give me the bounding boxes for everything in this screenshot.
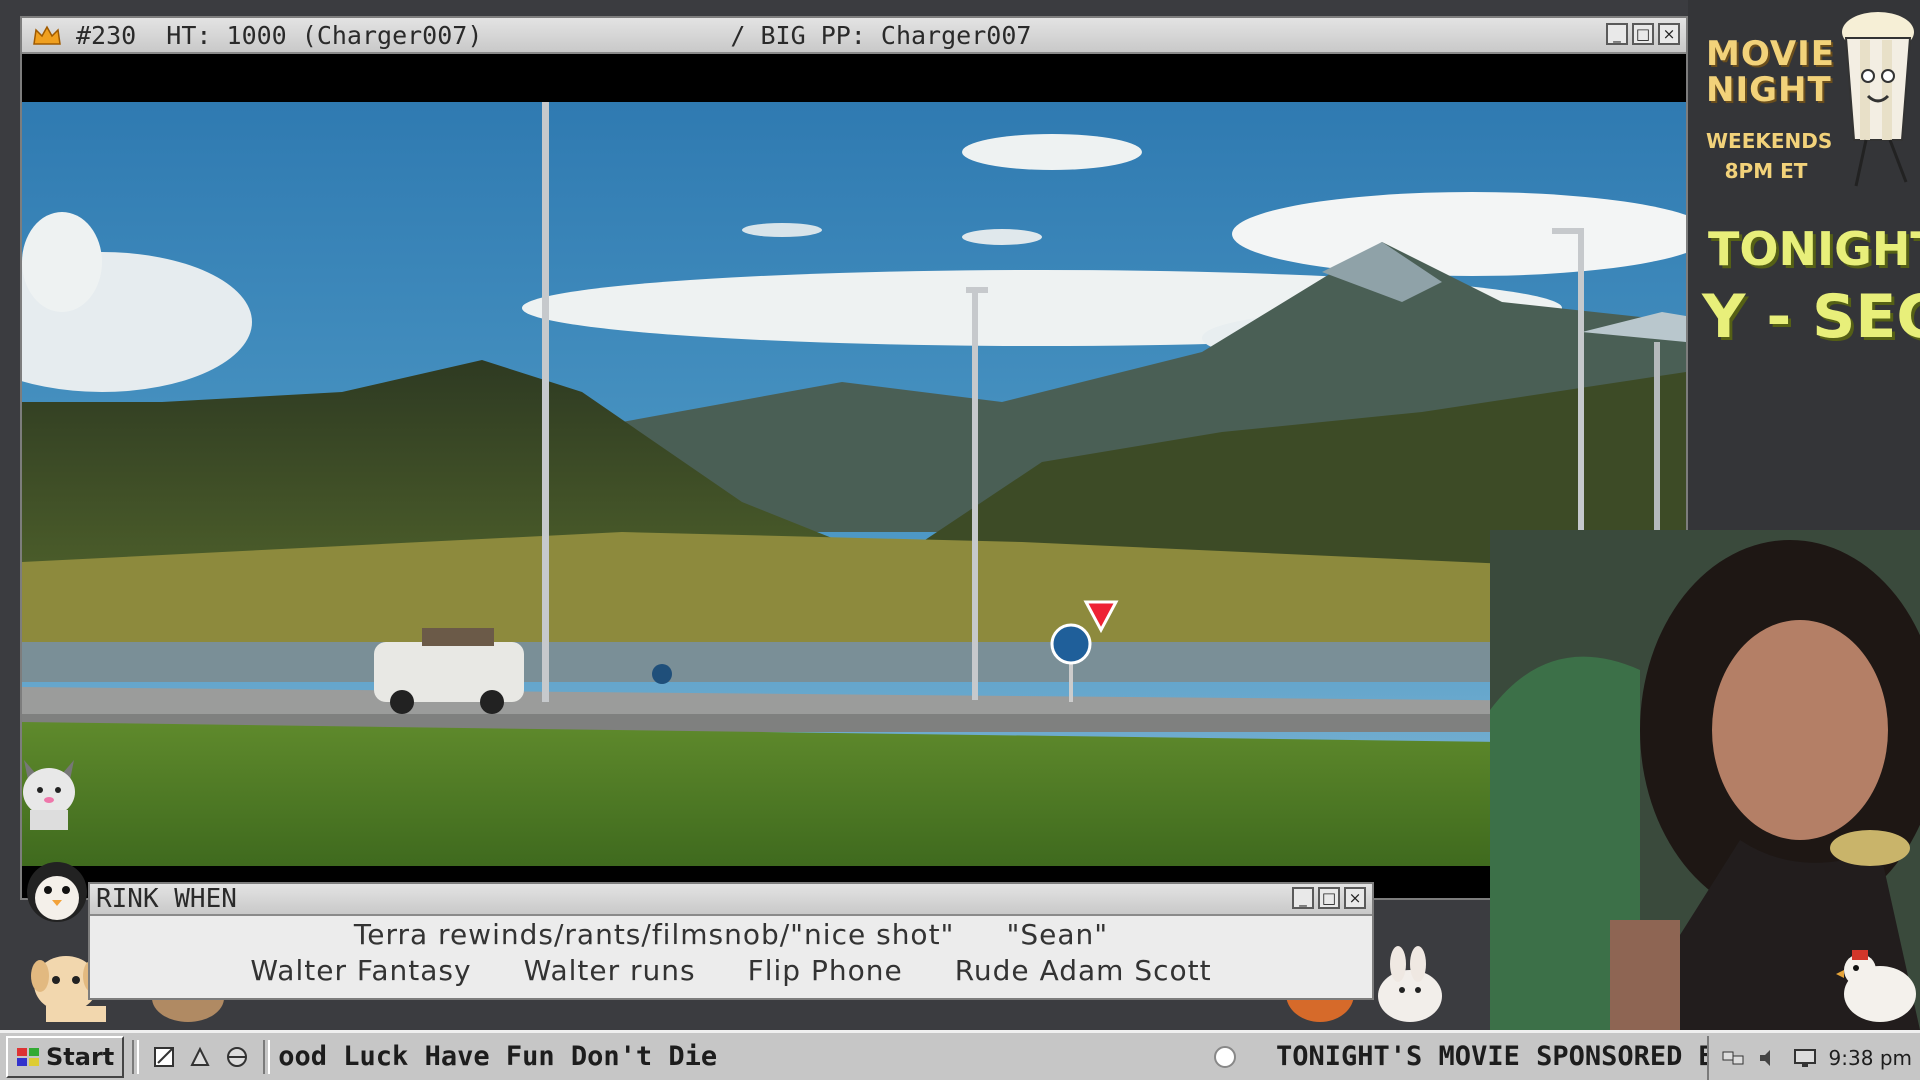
penguin-pet-icon <box>27 862 87 922</box>
tonight-label: TONIGHT: <box>1708 222 1920 276</box>
video-window: #230 HT: 1000 (Charger007) / BIG PP: Cha… <box>20 16 1688 900</box>
volume-icon[interactable] <box>1756 1046 1782 1070</box>
minimize-icon: _ <box>1299 888 1307 907</box>
close-icon: × <box>1662 24 1676 43</box>
drink-rule: "Sean" <box>1006 918 1109 951</box>
taskbar-divider <box>132 1039 140 1074</box>
clock[interactable]: 9:38 pm <box>1829 1046 1912 1070</box>
crown-icon <box>33 25 61 45</box>
maximize-icon: □ <box>1635 24 1651 43</box>
drink-rule: Rude Adam Scott <box>954 954 1212 987</box>
video-title-left: #230 HT: 1000 (Charger007) <box>76 20 483 50</box>
drink-rule: Walter Fantasy <box>250 954 472 987</box>
notepad-icon[interactable] <box>152 1045 178 1069</box>
schedule-text: WEEKENDS 8PM ET <box>1706 126 1833 186</box>
system-tray: 9:38 pm <box>1706 1036 1920 1080</box>
drink-rule-row: Walter Fantasy Walter runs Flip Phone Ru… <box>90 954 1372 987</box>
movie-night-logo: MOVIE NIGHT <box>1706 34 1836 110</box>
schedule-days: WEEKENDS <box>1706 129 1833 153</box>
network-icon[interactable] <box>1720 1046 1746 1070</box>
drink-close-button[interactable]: × <box>1344 887 1366 909</box>
taskbar: Start ood Luck Have Fun Don't Die TONIGH… <box>0 1030 1920 1080</box>
drink-window-title: RINK WHEN <box>96 884 237 914</box>
video-title-right: / BIG PP: Charger007 <box>730 20 1032 50</box>
drink-rule: Flip Phone <box>747 954 903 987</box>
drink-rule: Walter runs <box>523 954 696 987</box>
video-frame[interactable] <box>22 102 1686 866</box>
ticker-text: ood Luck Have Fun Don't Die <box>278 1041 718 1072</box>
windows-logo-icon <box>17 1047 39 1066</box>
close-icon: × <box>1348 888 1362 907</box>
minimize-button[interactable]: _ <box>1606 23 1628 45</box>
taskbar-divider <box>263 1039 271 1074</box>
drink-minimize-button[interactable]: _ <box>1292 887 1314 909</box>
maximize-icon: □ <box>1321 888 1337 907</box>
close-button[interactable]: × <box>1658 23 1680 45</box>
drink-rule-row: Terra rewinds/rants/filmsnob/"nice shot"… <box>90 918 1372 951</box>
drink-maximize-button[interactable]: □ <box>1318 887 1340 909</box>
drink-rule: Terra rewinds/rants/filmsnob/"nice shot" <box>353 918 955 951</box>
schedule-time: 8PM ET <box>1724 159 1808 183</box>
bunny-pet-icon <box>1378 946 1442 1022</box>
video-window-titlebar[interactable]: #230 HT: 1000 (Charger007) / BIG PP: Cha… <box>22 18 1686 54</box>
maximize-button[interactable]: □ <box>1632 23 1654 45</box>
minimize-icon: _ <box>1613 24 1621 43</box>
display-icon[interactable] <box>1792 1046 1818 1070</box>
husky-pet-icon <box>23 760 75 830</box>
sponsor-ticker: TONIGHT'S MOVIE SPONSORED BY <box>1276 1041 1732 1072</box>
browser-icon[interactable] <box>224 1045 250 1069</box>
paint-icon[interactable] <box>188 1045 214 1069</box>
chicken-pet-icon <box>1836 950 1916 1022</box>
popcorn-mascot-icon <box>1842 12 1914 187</box>
start-label: Start <box>46 1042 115 1071</box>
record-indicator-icon <box>1214 1046 1236 1068</box>
drink-window-titlebar[interactable]: RINK WHEN _ □ × <box>90 884 1372 916</box>
tonight-movie-title: Y - SEC <box>1702 282 1920 352</box>
start-button[interactable]: Start <box>6 1035 125 1078</box>
drink-when-window: RINK WHEN _ □ × Terra rewinds/rants/film… <box>88 882 1374 1000</box>
